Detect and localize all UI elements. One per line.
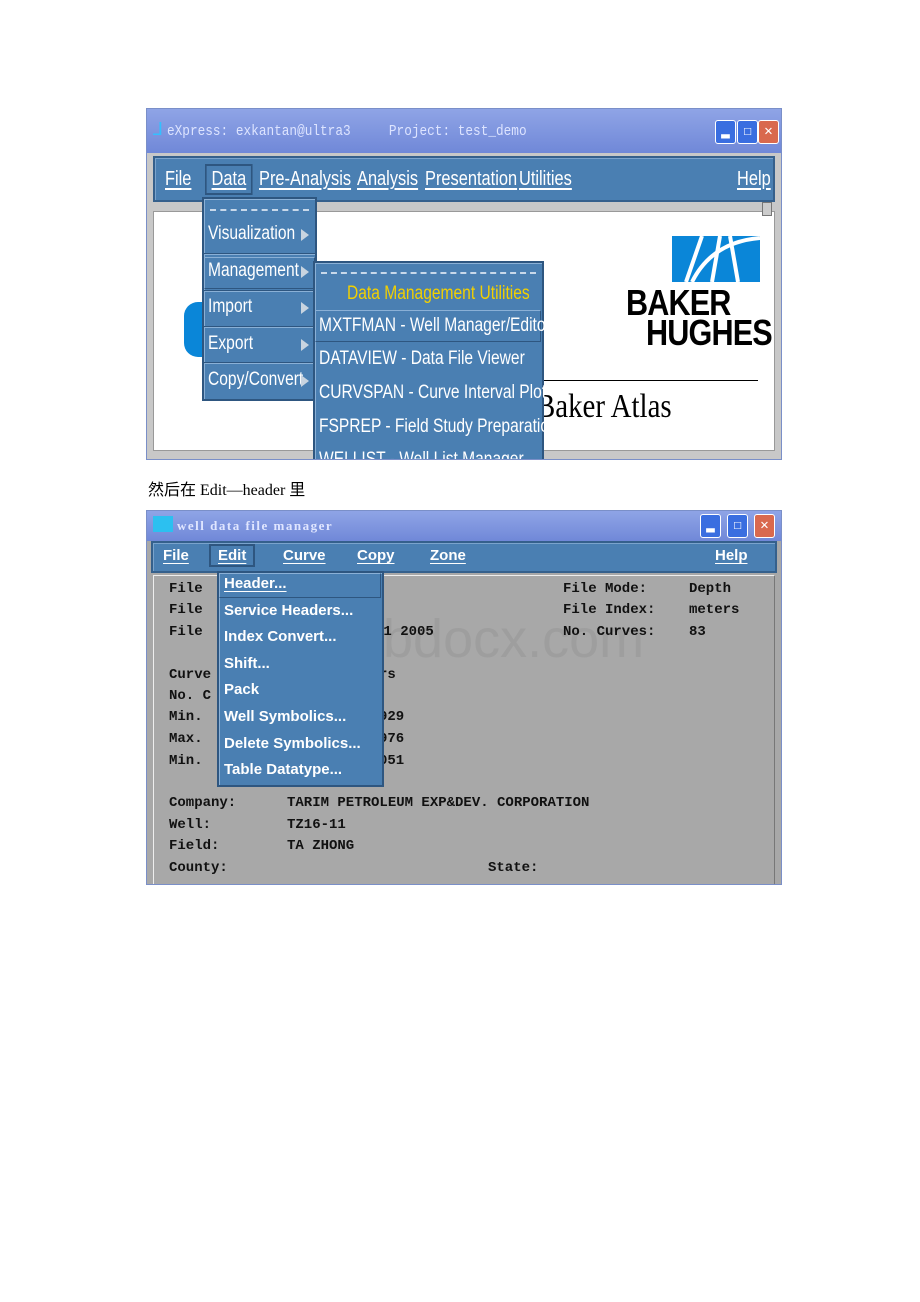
label-file-3: File xyxy=(169,624,203,640)
app-icon: ⅃ xyxy=(153,121,164,141)
window-title: eXpress: exkantan@ultra3 Project: test_d… xyxy=(167,123,527,140)
edit-dropdown-menu: Header... Service Headers... Index Conve… xyxy=(217,571,384,787)
tear-off-line[interactable] xyxy=(321,272,536,274)
menu-item-pack[interactable]: Pack xyxy=(224,681,259,698)
baker-hughes-logo-mark xyxy=(672,236,760,282)
label-curve: Curve xyxy=(169,667,212,683)
title-bar: well data file manager ▂ ☐ ✕ xyxy=(147,511,781,541)
label-max: Max. xyxy=(169,731,203,747)
menu-item-well-symbolics[interactable]: Well Symbolics... xyxy=(224,708,346,725)
menu-item-management[interactable]: Management xyxy=(208,260,299,282)
logo-hughes: HUGHES xyxy=(646,312,773,353)
submenu-item-mxtfman[interactable]: MXTFMAN - Well Manager/Editor xyxy=(319,315,551,337)
menu-item-shift[interactable]: Shift... xyxy=(224,655,270,672)
value-company: TARIM PETROLEUM EXP&DEV. CORPORATION xyxy=(287,795,590,811)
menu-item-service-headers[interactable]: Service Headers... xyxy=(224,602,353,619)
menu-item-copy-convert[interactable]: Copy/Convert xyxy=(208,369,303,391)
label-file-2: File xyxy=(169,602,203,618)
close-button[interactable]: ✕ xyxy=(758,120,779,144)
label-file-1: File xyxy=(169,581,203,597)
menu-file[interactable]: File xyxy=(165,168,191,191)
express-window: ⅃ eXpress: exkantan@ultra3 Project: test… xyxy=(146,108,782,460)
tear-off-line[interactable] xyxy=(210,209,309,211)
menu-help[interactable]: Help xyxy=(715,547,748,564)
label-company: Company: xyxy=(169,795,237,811)
label-state: State: xyxy=(488,860,539,876)
submenu-item-wellist[interactable]: WELLIST - Well List Manager xyxy=(319,449,524,459)
label-file-index: File Index: xyxy=(563,602,656,618)
menu-data[interactable]: Data xyxy=(205,164,253,195)
submenu-title: Data Management Utilities xyxy=(347,283,530,304)
submenu-arrow-icon xyxy=(301,375,309,387)
menu-pre-analysis[interactable]: Pre-Analysis xyxy=(259,168,351,191)
menu-zone[interactable]: Zone xyxy=(430,547,466,564)
value-field: TA ZHONG xyxy=(287,838,355,854)
submenu-item-curvspan[interactable]: CURVSPAN - Curve Interval Plot xyxy=(319,382,546,404)
logo-divider xyxy=(542,380,758,381)
menu-file[interactable]: File xyxy=(163,547,189,564)
well-data-file-manager-window: well data file manager ▂ ☐ ✕ File Edit C… xyxy=(146,510,782,885)
value-file-mode: Depth xyxy=(689,581,732,597)
menu-item-table-datatype[interactable]: Table Datatype... xyxy=(224,761,342,778)
label-field: Field: xyxy=(169,838,220,854)
submenu-item-fsprep[interactable]: FSPREP - Field Study Preparation xyxy=(319,416,558,438)
value-no-curves: 83 xyxy=(689,624,706,640)
label-min-1: Min. xyxy=(169,709,203,725)
value-well: TZ16-11 xyxy=(287,817,346,833)
management-submenu: Data Management Utilities MXTFMAN - Well… xyxy=(313,261,558,459)
window-title: well data file manager xyxy=(177,518,334,533)
menu-copy[interactable]: Copy xyxy=(357,547,395,564)
submenu-arrow-icon xyxy=(301,339,309,351)
close-button[interactable]: ✕ xyxy=(754,514,775,538)
submenu-arrow-icon xyxy=(301,266,309,278)
menu-presentation[interactable]: Presentation xyxy=(425,168,517,191)
menu-item-index-convert[interactable]: Index Convert... xyxy=(224,628,337,645)
menu-item-export[interactable]: Export xyxy=(208,333,253,355)
label-file-mode: File Mode: xyxy=(563,581,648,597)
submenu-arrow-icon xyxy=(301,302,309,314)
app-icon xyxy=(153,516,173,532)
express-logo-partial xyxy=(184,302,204,357)
menu-item-import[interactable]: Import xyxy=(208,296,252,318)
title-bar: ⅃ eXpress: exkantan@ultra3 Project: test… xyxy=(147,109,781,153)
submenu-arrow-icon xyxy=(301,229,309,241)
maximize-button[interactable]: ☐ xyxy=(727,514,748,538)
caption: 然后在 Edit—header 里 xyxy=(148,482,306,499)
label-no-curves: No. Curves: xyxy=(563,624,656,640)
menu-bar: File Edit Curve Copy Zone Help xyxy=(151,541,777,573)
data-dropdown-menu: Visualization Management Import Export C… xyxy=(202,197,317,401)
menu-help[interactable]: Help xyxy=(737,168,771,191)
label-min-2: Min. xyxy=(169,753,203,769)
menu-curve[interactable]: Curve xyxy=(283,547,326,564)
menu-item-visualization[interactable]: Visualization xyxy=(208,223,295,245)
menu-utilities[interactable]: Utilities xyxy=(519,168,572,191)
value-file-index: meters xyxy=(689,602,740,618)
label-well: Well: xyxy=(169,817,212,833)
document-page: ⅃ eXpress: exkantan@ultra3 Project: test… xyxy=(0,0,920,1302)
menu-bar: File Data Pre-Analysis Analysis Presenta… xyxy=(153,156,775,202)
label-no-c: No. C xyxy=(169,688,212,704)
menu-item-header[interactable]: Header... xyxy=(224,575,287,592)
menu-edit[interactable]: Edit xyxy=(209,544,256,567)
label-county: County: xyxy=(169,860,228,876)
menu-item-delete-symbolics[interactable]: Delete Symbolics... xyxy=(224,735,361,752)
maximize-button[interactable]: ☐ xyxy=(737,120,758,144)
menu-analysis[interactable]: Analysis xyxy=(357,168,418,191)
scroll-handle[interactable] xyxy=(762,202,772,216)
submenu-item-dataview[interactable]: DATAVIEW - Data File Viewer xyxy=(319,348,525,370)
minimize-button[interactable]: ▂ xyxy=(715,120,736,144)
minimize-button[interactable]: ▂ xyxy=(700,514,721,538)
